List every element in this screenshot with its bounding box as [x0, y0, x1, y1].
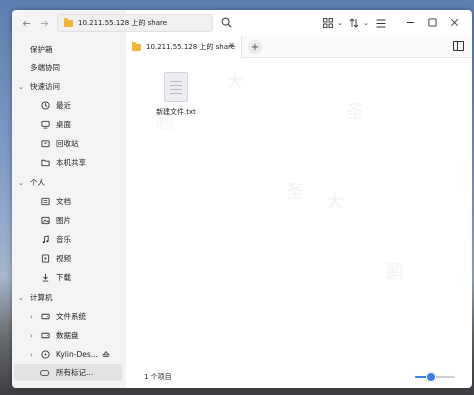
document-icon: [40, 197, 50, 207]
chevron-right-icon[interactable]: ›: [30, 313, 33, 321]
sidebar-item-label: 保护箱: [30, 45, 53, 54]
item-count: 1 个项目: [144, 373, 172, 381]
folder-share-icon: [40, 158, 50, 168]
address-bar[interactable]: 10.211.55.128 上的 share: [57, 14, 213, 32]
sidebar-item-music[interactable]: 音乐: [12, 231, 126, 248]
minimize-icon[interactable]: [404, 16, 416, 28]
music-icon: [40, 235, 50, 245]
sidebar: 保护箱 多端协同 ⌄ 快速访问 最近 桌面 回收站 本机共享 ⌄ 个人 文档 图…: [12, 10, 126, 388]
trash-icon: [40, 139, 50, 149]
file-manager-window: 保护箱 多端协同 ⌄ 快速访问 最近 桌面 回收站 本机共享 ⌄ 个人 文档 图…: [12, 10, 472, 388]
sidebar-item-label: 桌面: [56, 120, 71, 129]
sidebar-item-label: 最近: [56, 101, 71, 110]
desktop-icon: [40, 120, 50, 130]
sidebar-item-desktop[interactable]: 桌面: [12, 116, 126, 133]
watermark: 大: [326, 192, 344, 213]
watermark: 鹏: [386, 262, 404, 283]
sidebar-item-data-disk[interactable]: › 数据盘: [12, 327, 126, 344]
arrow-right-icon[interactable]: [36, 15, 52, 31]
sidebar-section-quick-access[interactable]: ⌄ 快速访问: [12, 78, 126, 95]
close-icon[interactable]: ✕: [228, 41, 235, 50]
chevron-down-icon[interactable]: ⌄: [18, 294, 24, 302]
download-icon: [40, 273, 50, 283]
chevron-right-icon[interactable]: ›: [30, 332, 33, 340]
sidebar-item-trash[interactable]: 回收站: [12, 135, 126, 152]
sidebar-item-pictures[interactable]: 图片: [12, 212, 126, 229]
tab-share[interactable]: 10.211.55.128 上的 share ✕: [126, 36, 242, 58]
arrow-left-icon[interactable]: [18, 15, 34, 31]
watermark: 圣: [286, 182, 304, 203]
watermark: 大: [226, 72, 244, 93]
sidebar-item-label: 音乐: [56, 235, 71, 244]
sort-icon[interactable]: [348, 17, 360, 29]
sidebar-item-label: Kylin-Des...: [56, 350, 98, 359]
tab-label: 10.211.55.128 上的 share: [146, 43, 236, 51]
status-bar: 1 个项目: [126, 366, 472, 388]
folder-icon: [132, 41, 141, 51]
sidebar-item-vault[interactable]: 保护箱: [12, 41, 126, 58]
sidebar-item-label: 回收站: [56, 139, 79, 148]
sidebar-section-personal[interactable]: ⌄ 个人: [12, 174, 126, 191]
sidebar-item-collaboration[interactable]: 多端协同: [12, 59, 126, 76]
sidebar-item-all-tags[interactable]: 所有标记...: [14, 364, 122, 381]
clock-icon: [40, 101, 50, 111]
drive-icon: [40, 312, 50, 322]
sidebar-item-label: 所有标记...: [56, 368, 94, 377]
sidebar-item-local-share[interactable]: 本机共享: [12, 154, 126, 171]
sidebar-item-videos[interactable]: 视频: [12, 250, 126, 267]
sidebar-item-documents[interactable]: 文档: [12, 193, 126, 210]
sidebar-toggle-icon[interactable]: [453, 41, 464, 51]
chevron-down-icon[interactable]: ⌄: [334, 17, 346, 29]
text-file-icon: [164, 72, 188, 102]
sidebar-item-label: 图片: [56, 216, 71, 225]
section-label: 快速访问: [30, 82, 60, 91]
address-text: 10.211.55.128 上的 share: [78, 19, 168, 27]
chevron-down-icon[interactable]: ⌄: [360, 17, 372, 29]
sidebar-section-computer[interactable]: ⌄ 计算机: [12, 289, 126, 306]
toolbar: 10.211.55.128 上的 share ⌄ ⌄: [12, 10, 472, 36]
sidebar-item-kylin-disc[interactable]: › Kylin-Des...: [12, 346, 126, 363]
sidebar-item-label: 下载: [56, 273, 71, 282]
eject-icon[interactable]: [102, 350, 110, 360]
chevron-down-icon[interactable]: ⌄: [18, 83, 24, 91]
sidebar-item-label: 本机共享: [56, 158, 86, 167]
sidebar-item-downloads[interactable]: 下载: [12, 269, 126, 286]
view-mode-icon[interactable]: [322, 17, 334, 29]
disc-icon: [40, 350, 50, 360]
file-view[interactable]: 鹏 大 圣 圣 鹏 大 新建文件.txt: [126, 58, 472, 366]
section-label: 个人: [30, 178, 45, 187]
sidebar-item-label: 文件系统: [56, 312, 86, 321]
section-label: 计算机: [30, 293, 53, 302]
close-icon[interactable]: [448, 16, 460, 28]
chevron-down-icon[interactable]: ⌄: [18, 179, 24, 187]
zoom-slider-handle[interactable]: [426, 372, 436, 382]
video-icon: [40, 254, 50, 264]
folder-icon: [64, 17, 73, 27]
drive-icon: [40, 331, 50, 341]
maximize-icon[interactable]: [426, 16, 438, 28]
sidebar-item-recent[interactable]: 最近: [12, 97, 126, 114]
tag-icon: [40, 368, 50, 378]
add-tab-button[interactable]: +: [248, 40, 262, 54]
sidebar-item-label: 多端协同: [30, 63, 60, 72]
sidebar-item-label: 文档: [56, 197, 71, 206]
watermark: 圣: [346, 102, 364, 123]
sidebar-item-label: 数据盘: [56, 331, 79, 340]
menu-icon[interactable]: [375, 17, 387, 29]
file-item[interactable]: 新建文件.txt: [146, 72, 206, 117]
tab-bar: 10.211.55.128 上的 share ✕ +: [126, 36, 472, 58]
search-icon[interactable]: [221, 17, 233, 29]
sidebar-item-label: 视频: [56, 254, 71, 263]
chevron-right-icon[interactable]: ›: [30, 351, 33, 359]
sidebar-item-filesystem[interactable]: › 文件系统: [12, 308, 126, 325]
picture-icon: [40, 216, 50, 226]
file-name: 新建文件.txt: [156, 108, 196, 116]
